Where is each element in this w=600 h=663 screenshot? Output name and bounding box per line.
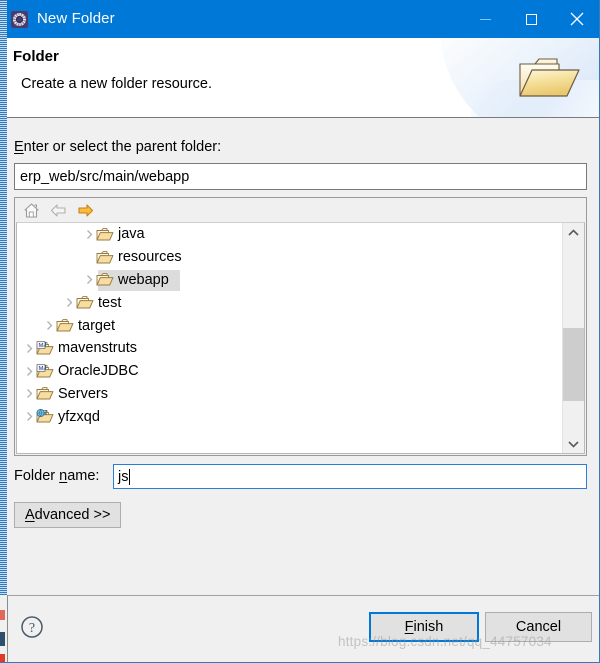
tree-row-label: java (118, 226, 145, 243)
tree-row[interactable]: Servers (17, 383, 562, 406)
parent-folder-value: erp_web/src/main/webapp (20, 168, 190, 185)
back-arrow-icon (49, 201, 67, 219)
folder-open-icon (76, 295, 94, 310)
tree-twisty[interactable] (83, 229, 96, 240)
tree-twisty[interactable] (63, 297, 76, 308)
parent-folder-label: Enter or select the parent folder: (14, 139, 222, 155)
tree-row[interactable]: target (17, 314, 562, 337)
tree-row[interactable]: yfzxqd (17, 405, 562, 428)
new-folder-dialog: New Folder Folder Create a new folder re… (0, 0, 600, 663)
tree-twisty[interactable] (23, 343, 36, 354)
tree-row[interactable]: test (17, 291, 562, 314)
tree-twisty[interactable] (43, 320, 56, 331)
svg-text:M: M (39, 343, 44, 349)
maven-project-icon: M (36, 363, 54, 379)
tree-row[interactable]: M OracleJDBC (17, 360, 562, 383)
folder-name-label: Folder name: (14, 468, 100, 484)
window-controls (462, 0, 600, 38)
chevron-up-icon[interactable] (563, 223, 584, 242)
advanced-button[interactable]: Advanced >> (14, 502, 122, 528)
folder-open-icon (56, 318, 74, 333)
tree-toolbar (15, 198, 586, 222)
tree-twisty[interactable] (23, 411, 36, 422)
folder-large-icon (513, 50, 585, 106)
folder-open-icon (36, 386, 54, 401)
folder-open-icon (96, 227, 114, 242)
dialog-footer: ? Finish Cancel (7, 596, 600, 663)
maven-project-icon: M (36, 341, 54, 356)
tree-vertical-scrollbar[interactable] (562, 223, 584, 453)
maximize-icon[interactable] (508, 0, 554, 38)
svg-text:?: ? (29, 621, 35, 636)
tree-row[interactable]: resources (17, 246, 562, 269)
tree-twisty[interactable] (23, 366, 36, 377)
tree-row-label: resources (118, 249, 182, 266)
help-icon[interactable]: ? (20, 615, 44, 639)
tree-row-label: target (78, 317, 116, 334)
tree-twisty[interactable] (83, 274, 96, 285)
folder-name-input[interactable]: js (113, 464, 587, 489)
window-left-edge-lower (0, 595, 8, 663)
tree-row[interactable]: webapp (17, 269, 562, 292)
dialog-body: Enter or select the parent folder: erp_w… (7, 118, 600, 595)
page-title: Folder (13, 48, 59, 65)
banner-separator (7, 117, 600, 118)
tree-row-list: java resources webapp test target Mmavenstrut… (17, 223, 562, 428)
window-left-edge (0, 0, 7, 663)
tree-row-label: yfzxqd (58, 408, 100, 425)
folder-name-value: js (118, 468, 129, 485)
svg-text:M: M (39, 366, 44, 372)
tree-row-label: Servers (58, 385, 108, 402)
folder-open-icon (96, 250, 114, 265)
edge-artifact-1 (0, 610, 5, 620)
home-icon[interactable] (22, 201, 40, 219)
web-project-icon (36, 409, 54, 424)
close-icon[interactable] (554, 0, 600, 38)
tree-twisty[interactable] (23, 388, 36, 399)
tree-row-label: webapp (118, 271, 169, 288)
edge-artifact-2 (0, 632, 5, 646)
tree-row-label: test (98, 294, 122, 311)
chevron-down-icon[interactable] (563, 434, 584, 453)
scrollbar-thumb[interactable] (563, 328, 584, 401)
tree-row[interactable]: java (17, 223, 562, 246)
edge-artifact-3 (0, 654, 5, 663)
window-title: New Folder (37, 10, 115, 27)
forward-arrow-icon[interactable] (76, 201, 94, 219)
tree-row-label: OracleJDBC (58, 363, 139, 380)
parent-folder-input[interactable]: erp_web/src/main/webapp (14, 163, 587, 190)
page-subtitle: Create a new folder resource. (21, 76, 213, 92)
cancel-button[interactable]: Cancel (485, 612, 592, 642)
folder-tree-panel: java resources webapp test target Mmavenstrut… (14, 197, 587, 456)
tree-row[interactable]: Mmavenstruts (17, 337, 562, 360)
minimize-icon[interactable] (462, 0, 508, 38)
dialog-banner: Folder Create a new folder resource. (7, 38, 600, 117)
finish-button[interactable]: Finish (369, 612, 479, 642)
title-bar[interactable]: New Folder (0, 0, 600, 38)
eclipse-gear-icon (11, 10, 28, 28)
tree-row-label: mavenstruts (58, 340, 137, 357)
folder-tree[interactable]: java resources webapp test target Mmavenstrut… (16, 222, 585, 454)
folder-open-icon (96, 272, 114, 287)
text-caret (129, 468, 131, 485)
